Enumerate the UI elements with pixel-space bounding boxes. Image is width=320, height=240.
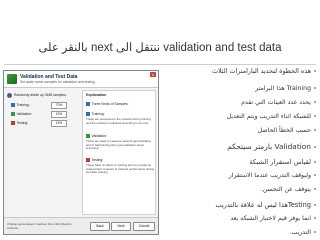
bullet-dot-icon [314, 188, 316, 190]
bullet-item: للشبكة اثناء التدريب ويتم التعديل [162, 113, 316, 120]
bullet-item: وليوقف التدريب عندما الاستقرار [162, 172, 316, 179]
validation-icon [86, 134, 90, 138]
bullet-text: يحدد عدد العينات التي تقدم [241, 99, 311, 106]
validation-row: Validation: [11, 111, 32, 117]
testing-icon [11, 121, 15, 125]
testing-row: Testing: [11, 120, 28, 126]
bullet-dot-icon [314, 161, 316, 163]
footer-note: Change percentages if desired, then clic… [7, 222, 72, 230]
training-explanation: These are presented to the network durin… [86, 117, 152, 125]
bullet-list: هذه الخطوة لتحديد البارامترات الثلاث Trai… [162, 64, 316, 240]
bullet-item: لقياس استقرار الشبكة [162, 158, 316, 166]
validation-explanation: These are used to measure network genera… [86, 139, 152, 151]
bullet-text: Testingهذا ليس له علاقة بالتدريب [215, 201, 311, 209]
bullet-text: حسب الخطأ الحاصل [257, 127, 311, 134]
bullet-dot-icon [314, 101, 316, 103]
back-button[interactable]: Back [90, 222, 110, 231]
bullet-item: Testingهذا ليس له علاقة بالتدريب [162, 201, 316, 209]
bullet-item: حسب الخطأ الحاصل [162, 127, 316, 134]
testing-label: Testing: [16, 121, 29, 125]
bullet-text: Validation بارمتر سيتحكم [227, 142, 311, 151]
bullet-text: للشبكة اثناء التدريب ويتم التعديل [226, 113, 311, 120]
validation-label: Validation: [16, 112, 33, 116]
bullet-dot-icon [314, 217, 316, 219]
next-button[interactable]: Next [111, 222, 131, 231]
testing-icon [86, 158, 90, 162]
samples-icon [86, 102, 90, 106]
bullet-text: يتوقف عن التحسن. [260, 186, 311, 193]
bullet-dot-icon [314, 115, 316, 117]
training-percent-field[interactable]: 70% [51, 102, 67, 109]
bullet-dot-icon [314, 146, 316, 148]
radio-icon[interactable] [7, 92, 12, 98]
bullet-text: انما يوفر قيم لاختبار الشبكة بعد [230, 215, 311, 222]
bullet-dot-icon [314, 129, 316, 131]
bullet-dot-icon [314, 204, 316, 206]
random-divide-row[interactable]: Randomly divide up 3448 samples: [7, 92, 67, 98]
bullet-text: وليوقف التدريب عندما الاستقرار [228, 172, 311, 179]
bullet-item: هذه الخطوة لتحديد البارامترات الثلاث [162, 67, 316, 75]
bullet-text: التدريب. [289, 229, 311, 236]
explanation-panel: Explanation Three Kinds of Samples: Trai… [82, 90, 156, 215]
validation-percent-field[interactable]: 15% [51, 111, 67, 118]
validation-icon [11, 112, 15, 116]
bullet-item: انما يوفر قيم لاختبار الشبكة بعد [162, 215, 316, 222]
neural-network-icon [7, 74, 17, 84]
slide-title: بالنقر على next ننتقل الى validation and… [38, 42, 282, 54]
validation-dialog-screenshot: Validation and Test Data Set aside some … [3, 70, 159, 235]
training-icon [11, 103, 15, 107]
testing-explanation: These have no effect on training and so … [86, 163, 154, 175]
training-row: Training: [11, 102, 30, 108]
close-icon[interactable]: x [150, 72, 156, 77]
bullet-dot-icon [314, 70, 316, 72]
dialog-header: Validation and Test Data Set aside some … [4, 71, 158, 88]
bullet-item: التدريب. [162, 229, 316, 236]
bullet-dot-icon [314, 87, 316, 89]
bullet-text: لقياس استقرار الشبكة [249, 158, 311, 166]
bullet-item: يتوقف عن التحسن. [162, 186, 316, 193]
dialog-subtitle: Set aside some samples for validation an… [20, 80, 96, 84]
bullet-text: هذه الخطوة لتحديد البارامترات الثلاث [211, 67, 311, 75]
random-divide-label: Randomly divide up 3448 samples: [14, 93, 67, 97]
explanation-title: Explanation [86, 93, 107, 97]
dialog-footer: Change percentages if desired, then clic… [4, 217, 158, 234]
bullet-item: يحدد عدد العينات التي تقدم [162, 99, 316, 106]
cancel-button[interactable]: Cancel [133, 222, 155, 231]
bullet-item: Training هذا البرامتر [162, 85, 316, 92]
bullet-text: Training هذا البرامتر [255, 85, 311, 92]
three-kinds-heading: Three Kinds of Samples: [86, 101, 129, 107]
bullet-dot-icon [314, 174, 316, 176]
bullet-item: Validation بارمتر سيتحكم [162, 142, 316, 151]
testing-percent-field[interactable]: 15% [51, 120, 67, 127]
bullet-dot-icon [314, 231, 316, 233]
slide: بالنقر على next ننتقل الى validation and… [0, 0, 320, 240]
training-icon [86, 112, 90, 116]
select-percentages-panel: Randomly divide up 3448 samples: Trainin… [7, 90, 79, 200]
training-label: Training: [16, 103, 30, 107]
